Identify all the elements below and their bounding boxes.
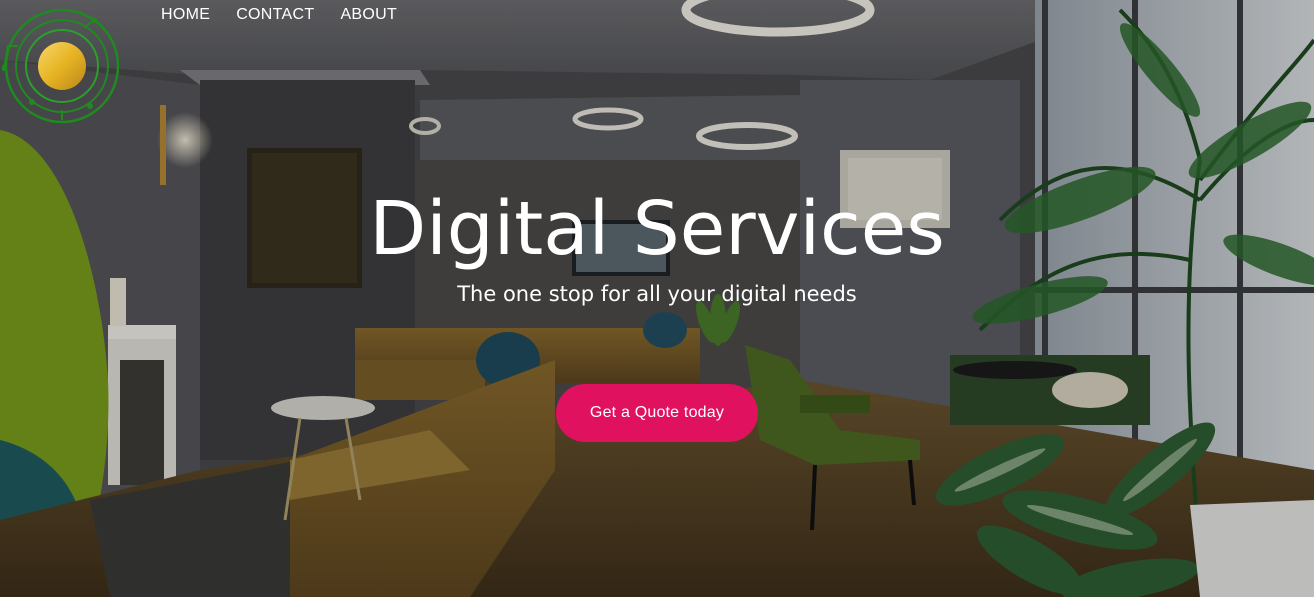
nav-link-home[interactable]: HOME xyxy=(161,6,210,24)
circuit-ring-logo-icon[interactable] xyxy=(2,6,124,128)
top-navigation: HOME CONTACT ABOUT xyxy=(161,6,423,24)
nav-link-contact[interactable]: CONTACT xyxy=(236,6,314,24)
hero-section: HOME CONTACT ABOUT Digital Services The … xyxy=(0,0,1314,597)
hero-subtitle: The one stop for all your digital needs xyxy=(457,282,857,306)
hero-title: Digital Services xyxy=(369,186,945,272)
nav-link-about[interactable]: ABOUT xyxy=(340,6,397,24)
get-quote-button[interactable]: Get a Quote today xyxy=(556,384,758,442)
